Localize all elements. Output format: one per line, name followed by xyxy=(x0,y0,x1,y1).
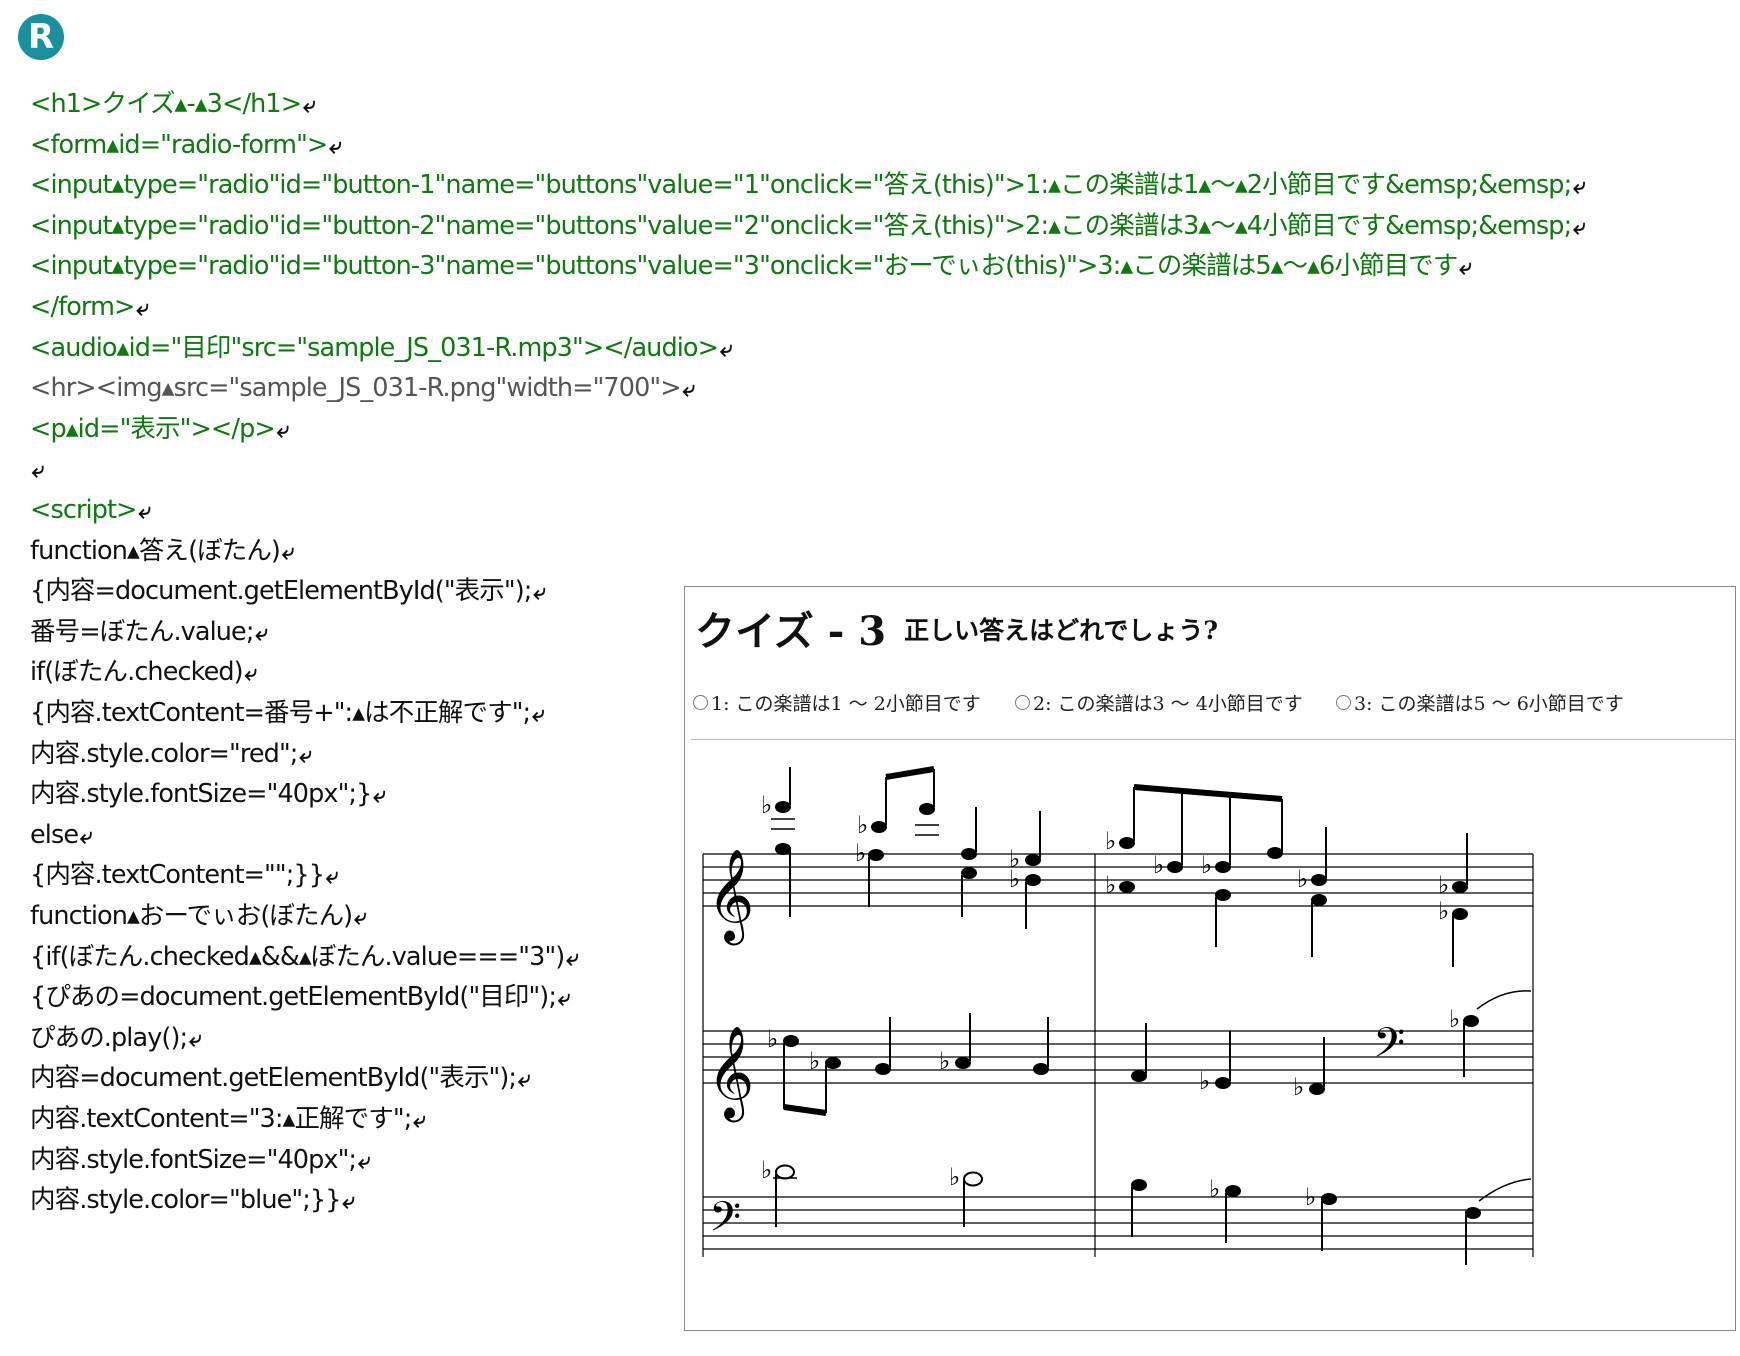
notes-staff-2: ♭ ♭ ♭ ♭ ♭ ♭ xyxy=(767,990,1532,1116)
code-line: <input▴type="radio"id="button-3"name="bu… xyxy=(30,251,1472,282)
preview-window: クイズ - 3 正しい答えはどれでしょう? 1: この楽譜は1 〜 2小節目です … xyxy=(684,586,1736,1331)
return-mark-icon: ⤶ xyxy=(32,458,44,484)
svg-text:♭: ♭ xyxy=(1449,1005,1460,1033)
return-mark-icon: ⤶ xyxy=(1573,174,1585,200)
code-line: <p▴id="表示"></p>⤶ xyxy=(30,413,289,444)
return-mark-icon: ⤶ xyxy=(281,539,294,565)
return-mark-icon: ⤶ xyxy=(138,499,151,524)
code-line: <input▴type="radio"id="button-1"name="bu… xyxy=(30,170,1586,201)
sheet-music-image: 𝄞 ♭ ♭ ♭ ♭ ♭ ♭ ♭ ♭ ♭ ♭ ♭ ♭ 𝄞 𝄢 ♭ ♭ ♭ ♭ ♭ … xyxy=(702,766,1534,1265)
radio-button-icon[interactable] xyxy=(1336,695,1351,710)
return-mark-icon: ⤶ xyxy=(533,580,545,606)
radio-option-3[interactable]: 3: この楽譜は5 〜 6小節目です xyxy=(1336,689,1624,716)
svg-text:♭: ♭ xyxy=(761,791,772,819)
code-line: else⤶ xyxy=(30,819,93,850)
svg-text:♭: ♭ xyxy=(1438,897,1449,925)
svg-text:♭: ♭ xyxy=(949,1163,960,1191)
svg-text:♭: ♭ xyxy=(1209,1175,1220,1203)
svg-text:♭: ♭ xyxy=(761,1156,772,1184)
return-mark-icon: ⤶ xyxy=(720,336,732,362)
svg-text:♭: ♭ xyxy=(767,1025,778,1053)
svg-text:♭: ♭ xyxy=(1153,851,1164,879)
svg-text:♭: ♭ xyxy=(1305,1183,1316,1211)
return-mark-icon: ⤶ xyxy=(413,1108,425,1133)
code-line: {if(ぼたん.checked▴&&▴ぼたん.value==="3")⤶ xyxy=(30,941,579,972)
code-line: 番号=ぼたん.value;⤶ xyxy=(30,616,268,647)
return-mark-icon: ⤶ xyxy=(532,702,544,727)
return-mark-icon: ⤶ xyxy=(354,905,366,930)
svg-text:♭: ♭ xyxy=(1105,871,1116,899)
code-line: 内容.style.color="red";⤶ xyxy=(30,738,312,769)
code-line: 内容.style.fontSize="40px";}⤶ xyxy=(30,779,386,810)
code-line: {内容.textContent=番号+":▴は不正解です";⤶ xyxy=(30,698,545,728)
bass-staff-3 xyxy=(703,1196,1533,1250)
code-line: </form>⤶ xyxy=(30,292,149,322)
return-mark-icon: ⤶ xyxy=(276,417,289,443)
return-mark-icon: ⤶ xyxy=(1459,255,1471,281)
code-line: <h1>クイズ▴-▴3</h1>⤶ xyxy=(30,89,316,119)
code-line: ぴあの.play();⤶ xyxy=(30,1022,202,1053)
return-mark-icon: ⤶ xyxy=(682,377,695,403)
code-line: <audio▴id="目印"src="sample_JS_031-R.mp3">… xyxy=(30,332,732,363)
code-line: {内容.textContent="";}}⤶ xyxy=(30,860,338,891)
quiz-question: 正しい答えはどれでしょう? xyxy=(904,616,1218,645)
quiz-title: クイズ - 3 xyxy=(695,608,887,655)
return-mark-icon: ⤶ xyxy=(518,1067,530,1093)
bass-clef-icon: 𝄢 xyxy=(709,1193,741,1251)
return-mark-icon: ⤶ xyxy=(136,296,148,321)
return-mark-icon: ⤶ xyxy=(255,620,268,646)
code-line: <script>⤶ xyxy=(30,495,151,525)
svg-text:♭: ♭ xyxy=(857,811,868,839)
code-line: 内容=document.getElementById("表示");⤶ xyxy=(30,1063,530,1094)
code-line: <input▴type="radio"id="button-2"name="bu… xyxy=(30,210,1586,241)
return-mark-icon: ⤶ xyxy=(299,742,311,768)
code-line: function▴おーでぃお(ぼたん)⤶ xyxy=(30,901,367,931)
r-badge-icon: R xyxy=(18,14,64,60)
return-mark-icon: ⤶ xyxy=(303,93,315,118)
return-mark-icon: ⤶ xyxy=(244,661,257,687)
return-mark-icon: ⤶ xyxy=(326,864,338,890)
code-line: 内容.textContent="3:▴正解です";⤶ xyxy=(30,1104,426,1134)
svg-text:♭: ♭ xyxy=(1293,1073,1304,1101)
code-line: {ぴあの=document.getElementById("目印");⤶ xyxy=(30,982,570,1013)
svg-text:♭: ♭ xyxy=(1438,871,1449,899)
treble-clef-icon: 𝄞 xyxy=(707,1025,754,1122)
code-line: <hr><img▴src="sample_JS_031-R.png"width=… xyxy=(30,373,695,404)
return-mark-icon: ⤶ xyxy=(558,986,570,1012)
horizontal-rule xyxy=(691,739,1735,740)
code-line: <form▴id="radio-form">⤶ xyxy=(30,129,342,160)
return-mark-icon: ⤶ xyxy=(342,1189,355,1215)
return-mark-icon: ⤶ xyxy=(329,133,341,159)
svg-text:♭: ♭ xyxy=(1105,827,1116,855)
preview-heading: クイズ - 3 正しい答えはどれでしょう? xyxy=(695,599,1218,657)
return-mark-icon: ⤶ xyxy=(566,945,578,971)
radio-button-icon[interactable] xyxy=(1015,695,1030,710)
code-line: if(ぼたん.checked)⤶ xyxy=(30,657,257,688)
code-line: 内容.style.color="blue";}}⤶ xyxy=(30,1185,355,1216)
code-line: {内容=document.getElementById("表示");⤶ xyxy=(30,576,546,607)
radio-option-1[interactable]: 1: この楽譜は1 〜 2小節目です xyxy=(693,689,981,716)
radio-button-icon[interactable] xyxy=(693,695,708,710)
bass-clef-icon: 𝄢 xyxy=(1373,1019,1405,1077)
treble-clef-icon: 𝄞 xyxy=(707,848,754,945)
return-mark-icon: ⤶ xyxy=(373,783,385,809)
svg-text:♭: ♭ xyxy=(809,1047,820,1075)
code-line: 内容.style.fontSize="40px";⤶ xyxy=(30,1144,370,1175)
radio-option-2[interactable]: 2: この楽譜は3 〜 4小節目です xyxy=(1015,689,1303,716)
return-mark-icon: ⤶ xyxy=(1573,214,1585,240)
return-mark-icon: ⤶ xyxy=(189,1026,201,1052)
code-line: function▴答え(ぼたん)⤶ xyxy=(30,535,294,566)
treble-staff-2 xyxy=(703,1030,1533,1084)
svg-text:♭: ♭ xyxy=(1009,865,1020,893)
svg-text:♭: ♭ xyxy=(939,1047,950,1075)
code-line: ⤶ xyxy=(30,451,44,489)
return-mark-icon: ⤶ xyxy=(80,823,92,849)
svg-text:♭: ♭ xyxy=(855,839,866,867)
svg-text:♭: ♭ xyxy=(1201,851,1212,879)
svg-text:♭: ♭ xyxy=(1297,865,1308,893)
svg-text:♭: ♭ xyxy=(1199,1067,1210,1095)
return-mark-icon: ⤶ xyxy=(358,1148,370,1174)
